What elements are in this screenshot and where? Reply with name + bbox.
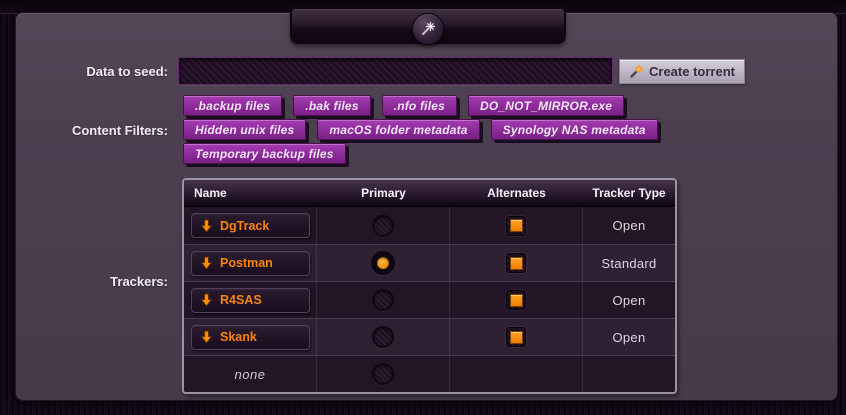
table-row: none [184, 355, 675, 392]
checkbox-checked-fill [510, 294, 523, 307]
tab-header-bar [290, 7, 566, 44]
content-filter-chip[interactable]: Synology NAS metadata [491, 119, 658, 140]
column-header-alternates: Alternates [450, 186, 583, 200]
content-filter-chip[interactable]: macOS folder metadata [317, 119, 479, 140]
table-row: DgTrack Open [184, 207, 675, 244]
trackers-table-header: Name Primary Alternates Tracker Type [184, 180, 675, 207]
create-torrent-button-label: Create torrent [649, 64, 735, 79]
download-arrow-icon [200, 330, 213, 344]
create-torrent-screen: Data to seed: Create torrent Content Fil… [0, 0, 846, 415]
tracker-name-cell: R4SAS [184, 282, 317, 318]
tracker-name-button[interactable]: Postman [191, 251, 310, 276]
download-arrow-icon [200, 219, 213, 233]
content-filter-chip[interactable]: .bak files [293, 95, 370, 116]
checkbox-checked-fill [510, 257, 523, 270]
content-filter-chips: .backup files .bak files .nfo files DO_NOT_… [183, 95, 658, 167]
tracker-none-label: none [235, 367, 266, 382]
trackers-table-body: DgTrackOpenPostmanStandardR4SASOpenSkank… [184, 207, 675, 392]
primary-radio[interactable] [372, 289, 394, 311]
tracker-type [583, 356, 675, 392]
content-filter-chip[interactable]: .nfo files [382, 95, 457, 116]
content-filter-chip[interactable]: DO_NOT_MIRROR.exe [468, 95, 624, 116]
column-header-tracker-type: Tracker Type [583, 186, 675, 200]
tracker-name-label: Postman [220, 256, 273, 270]
tracker-name-label: DgTrack [220, 219, 269, 233]
alternates-checkbox[interactable] [506, 253, 526, 273]
content-filter-chip[interactable]: .backup files [183, 95, 282, 116]
alternates-checkbox[interactable] [506, 290, 526, 310]
tracker-name-cell: Postman [184, 245, 317, 281]
tracker-type: Open [583, 207, 675, 244]
table-row: R4SAS Open [184, 281, 675, 318]
wand-sparkle-icon [419, 20, 437, 38]
table-row: Postman Standard [184, 244, 675, 281]
tracker-type: Standard [583, 245, 675, 281]
content-filter-chip-row: .backup files .bak files .nfo files DO_NOT_… [183, 95, 658, 116]
tracker-type: Open [583, 319, 675, 355]
trackers-table: Name Primary Alternates Tracker Type DgT… [182, 178, 677, 394]
wand-orb-button[interactable] [412, 13, 444, 45]
tracker-name-label: Skank [220, 330, 257, 344]
tracker-name-label: R4SAS [220, 293, 262, 307]
tracker-name-button[interactable]: DgTrack [191, 213, 310, 238]
content-filter-chip[interactable]: Hidden unix files [183, 119, 306, 140]
alternates-checkbox[interactable] [506, 327, 526, 347]
content-filter-chip-row: Temporary backup files [183, 143, 658, 164]
column-header-primary: Primary [317, 186, 450, 200]
magic-wand-icon [629, 64, 644, 79]
primary-radio[interactable] [371, 251, 395, 275]
tracker-name-button[interactable]: Skank [191, 325, 310, 350]
tracker-name-cell: DgTrack [184, 207, 317, 244]
trackers-label: Trackers: [20, 274, 168, 289]
tracker-name-cell: none [184, 356, 317, 392]
download-arrow-icon [200, 293, 213, 307]
data-to-seed-label: Data to seed: [20, 64, 168, 79]
data-to-seed-input[interactable] [178, 57, 613, 85]
download-arrow-icon [200, 256, 213, 270]
alternates-checkbox[interactable] [506, 216, 526, 236]
tracker-name-cell: Skank [184, 319, 317, 355]
checkbox-checked-fill [510, 219, 523, 232]
primary-radio[interactable] [372, 326, 394, 348]
content-filters-label: Content Filters: [20, 123, 168, 138]
tracker-name-button[interactable]: R4SAS [191, 288, 310, 313]
content-filter-chip[interactable]: Temporary backup files [183, 143, 346, 164]
tracker-type: Open [583, 282, 675, 318]
table-row: Skank Open [184, 318, 675, 355]
primary-radio[interactable] [372, 363, 394, 385]
checkbox-checked-fill [510, 331, 523, 344]
primary-radio[interactable] [372, 215, 394, 237]
create-torrent-button[interactable]: Create torrent [619, 59, 745, 84]
content-filter-chip-row: Hidden unix files macOS folder metadata Sy… [183, 119, 658, 140]
column-header-name: Name [184, 186, 317, 200]
